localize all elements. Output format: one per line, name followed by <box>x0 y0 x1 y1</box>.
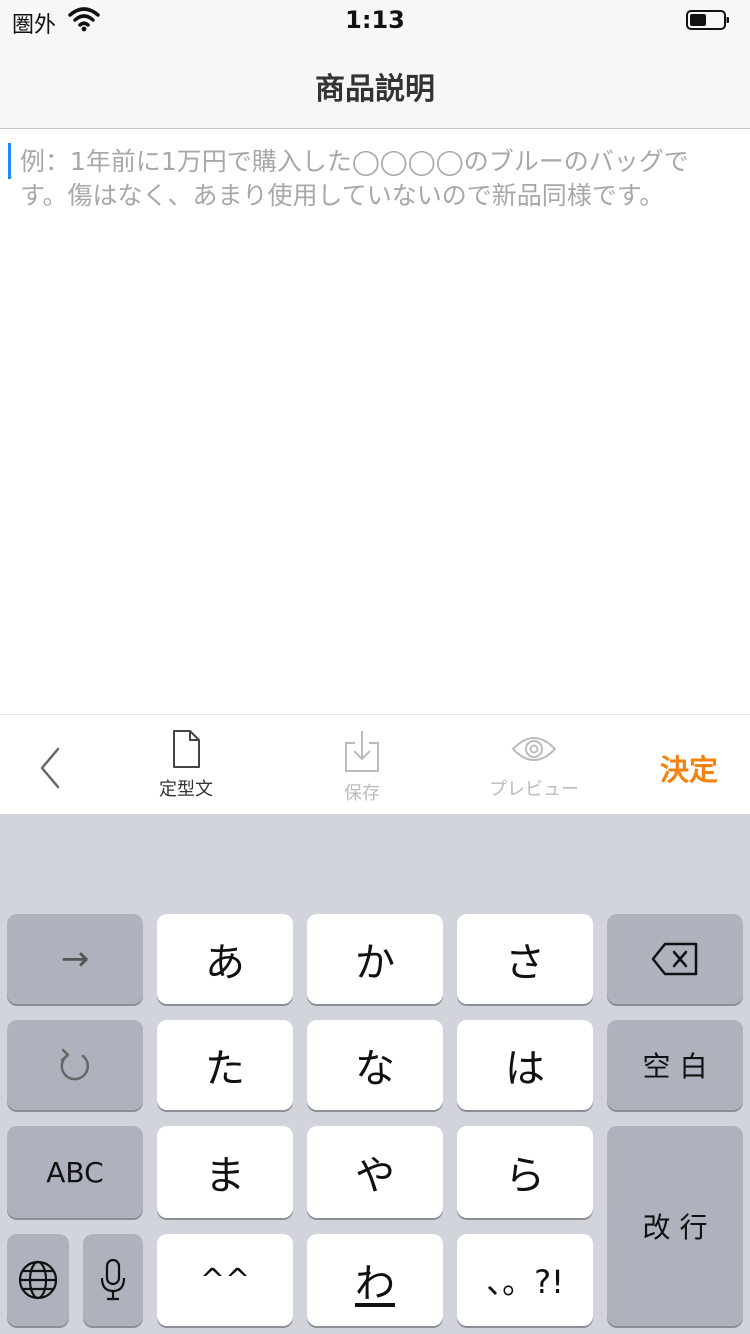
preview-button[interactable]: プレビュー <box>464 729 604 801</box>
text-caret <box>8 143 11 179</box>
key-kaomoji[interactable]: ^^ <box>157 1234 293 1326</box>
status-time: 1:13 <box>345 6 405 34</box>
document-icon <box>173 730 200 768</box>
undo-icon <box>60 1048 90 1081</box>
chevron-left-icon[interactable] <box>36 745 64 791</box>
key-arrow[interactable]: → <box>7 914 143 1004</box>
decide-button[interactable]: 決定 <box>644 747 734 789</box>
preview-label: プレビュー <box>489 779 579 800</box>
page-title: 商品説明 <box>315 72 435 107</box>
key-ra[interactable]: ら <box>457 1126 593 1218</box>
key-enter[interactable]: 改 行 <box>607 1126 743 1326</box>
key-undo[interactable] <box>7 1020 143 1110</box>
key-na[interactable]: な <box>307 1020 443 1110</box>
microphone-icon <box>100 1258 126 1301</box>
backspace-icon <box>651 942 698 976</box>
key-a[interactable]: あ <box>157 914 293 1004</box>
key-ta[interactable]: た <box>157 1020 293 1110</box>
key-space[interactable]: 空 白 <box>607 1020 743 1110</box>
key-wa[interactable]: わ <box>307 1234 443 1326</box>
save-label: 保存 <box>344 783 380 804</box>
key-ma[interactable]: ま <box>157 1126 293 1218</box>
key-ya[interactable]: や <box>307 1126 443 1218</box>
description-placeholder: 例：1年前に1万円で購入した◯◯◯◯のブルーのバッグです。傷はなく、あまり使用し… <box>20 147 689 210</box>
template-button[interactable]: 定型文 <box>116 729 256 801</box>
key-globe[interactable] <box>7 1234 69 1326</box>
japanese-keyboard: → あ か さ た な は 空 白 ABC ま や ら 改 行 ^^ わ 、。?… <box>0 814 750 1334</box>
eye-icon <box>511 737 557 761</box>
nav-bar: 商品説明 <box>0 40 750 129</box>
wa-glyph: わ <box>355 1261 395 1307</box>
key-abc[interactable]: ABC <box>7 1126 143 1218</box>
globe-icon <box>18 1260 58 1300</box>
status-bar: 圏外 1:13 <box>0 0 750 40</box>
editor-toolbar: 定型文 保存 プレビュー 決定 <box>0 714 750 815</box>
key-sa[interactable]: さ <box>457 914 593 1004</box>
description-textarea[interactable]: 例：1年前に1万円で購入した◯◯◯◯のブルーのバッグです。傷はなく、あまり使用し… <box>0 129 750 714</box>
key-backspace[interactable] <box>607 914 743 1004</box>
key-mic[interactable] <box>83 1234 143 1326</box>
battery-icon <box>686 10 729 30</box>
key-ka[interactable]: か <box>307 914 443 1004</box>
save-button[interactable]: 保存 <box>292 729 432 805</box>
key-ha[interactable]: は <box>457 1020 593 1110</box>
key-punctuation[interactable]: 、。?! <box>457 1234 593 1326</box>
template-label: 定型文 <box>159 779 213 800</box>
arrow-glyph: → <box>60 939 90 979</box>
download-icon <box>345 731 379 772</box>
